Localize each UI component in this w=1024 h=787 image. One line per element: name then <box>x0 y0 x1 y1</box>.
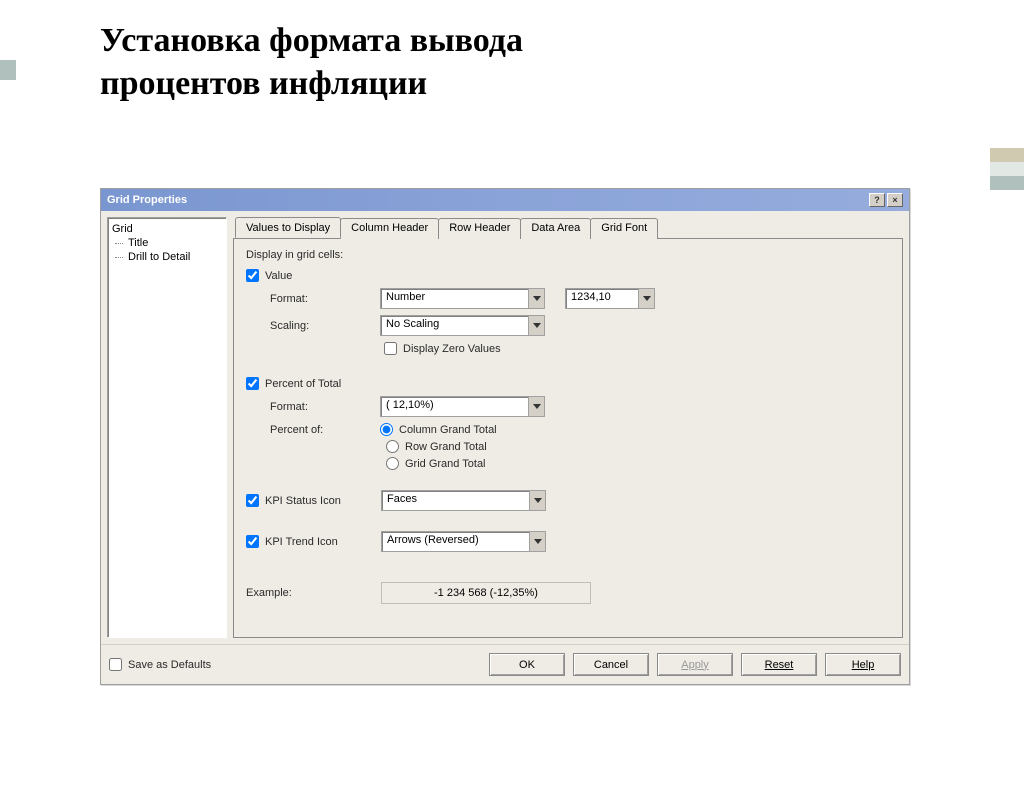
radio-row-label: Row Grand Total <box>405 441 487 453</box>
chevron-down-icon[interactable] <box>529 491 545 510</box>
save-defaults-label: Save as Defaults <box>128 659 211 671</box>
cancel-button[interactable]: Cancel <box>573 653 649 676</box>
chevron-down-icon[interactable] <box>529 532 545 551</box>
example-label: Example: <box>246 587 381 599</box>
percent-format-select[interactable]: ( 12,10%) <box>380 396 545 417</box>
percent-format-label: Format: <box>270 401 380 413</box>
value-checkbox[interactable] <box>246 269 259 282</box>
chevron-down-icon[interactable] <box>528 397 544 416</box>
slide-heading: Установка формата вывода процентов инфля… <box>100 20 1024 105</box>
tree-item-title[interactable]: Title <box>112 236 222 250</box>
kpi-trend-checkbox[interactable] <box>246 535 259 548</box>
scaling-select[interactable]: No Scaling <box>380 315 545 336</box>
radio-column-total[interactable] <box>380 423 393 436</box>
kpi-status-checkbox[interactable] <box>246 494 259 507</box>
help-icon[interactable]: ? <box>869 193 885 207</box>
display-zero-checkbox[interactable] <box>384 342 397 355</box>
dialog-title: Grid Properties <box>107 194 187 206</box>
apply-button[interactable]: Apply <box>657 653 733 676</box>
tab-row-header[interactable]: Row Header <box>438 218 521 239</box>
tree-panel: Grid Title Drill to Detail <box>107 217 227 638</box>
grid-properties-dialog: Grid Properties ? × Grid Title Drill to … <box>100 188 910 685</box>
display-in-cells-label: Display in grid cells: <box>246 249 890 261</box>
ok-button[interactable]: OK <box>489 653 565 676</box>
example-display: -1 234 568 (-12,35%) <box>381 582 591 604</box>
tab-column-header[interactable]: Column Header <box>340 218 439 239</box>
tab-values-to-display[interactable]: Values to Display <box>235 217 341 238</box>
titlebar[interactable]: Grid Properties ? × <box>101 189 909 211</box>
kpi-trend-label: KPI Trend Icon <box>265 536 381 548</box>
tree-item-drill[interactable]: Drill to Detail <box>112 250 222 264</box>
format-select[interactable]: Number <box>380 288 545 309</box>
kpi-status-label: KPI Status Icon <box>265 495 381 507</box>
percent-total-label: Percent of Total <box>265 378 341 390</box>
chevron-down-icon[interactable] <box>528 316 544 335</box>
tab-content: Display in grid cells: Value Format: Num… <box>233 238 903 638</box>
radio-column-label: Column Grand Total <box>399 424 497 436</box>
chevron-down-icon[interactable] <box>638 289 654 308</box>
scaling-label: Scaling: <box>270 320 380 332</box>
chevron-down-icon[interactable] <box>528 289 544 308</box>
reset-button[interactable]: Reset <box>741 653 817 676</box>
tab-strip: Values to Display Column Header Row Head… <box>233 217 903 238</box>
slide-accent-right <box>990 148 1024 190</box>
format-sample-select[interactable]: 1234,10 <box>565 288 655 309</box>
kpi-trend-select[interactable]: Arrows (Reversed) <box>381 531 546 552</box>
radio-row-total[interactable] <box>386 440 399 453</box>
kpi-status-select[interactable]: Faces <box>381 490 546 511</box>
tab-data-area[interactable]: Data Area <box>520 218 591 239</box>
tree-item-grid[interactable]: Grid <box>112 222 222 236</box>
format-label: Format: <box>270 293 380 305</box>
display-zero-label: Display Zero Values <box>403 343 501 355</box>
help-button[interactable]: Help <box>825 653 901 676</box>
slide-accent-left <box>0 60 16 80</box>
save-defaults-checkbox[interactable] <box>109 658 122 671</box>
dialog-footer: Save as Defaults OK Cancel Apply Reset H… <box>101 644 909 684</box>
close-icon[interactable]: × <box>887 193 903 207</box>
tab-grid-font[interactable]: Grid Font <box>590 218 658 239</box>
radio-grid-total[interactable] <box>386 457 399 470</box>
percent-total-checkbox[interactable] <box>246 377 259 390</box>
percent-of-label: Percent of: <box>270 424 380 436</box>
radio-grid-label: Grid Grand Total <box>405 458 486 470</box>
value-label: Value <box>265 270 292 282</box>
